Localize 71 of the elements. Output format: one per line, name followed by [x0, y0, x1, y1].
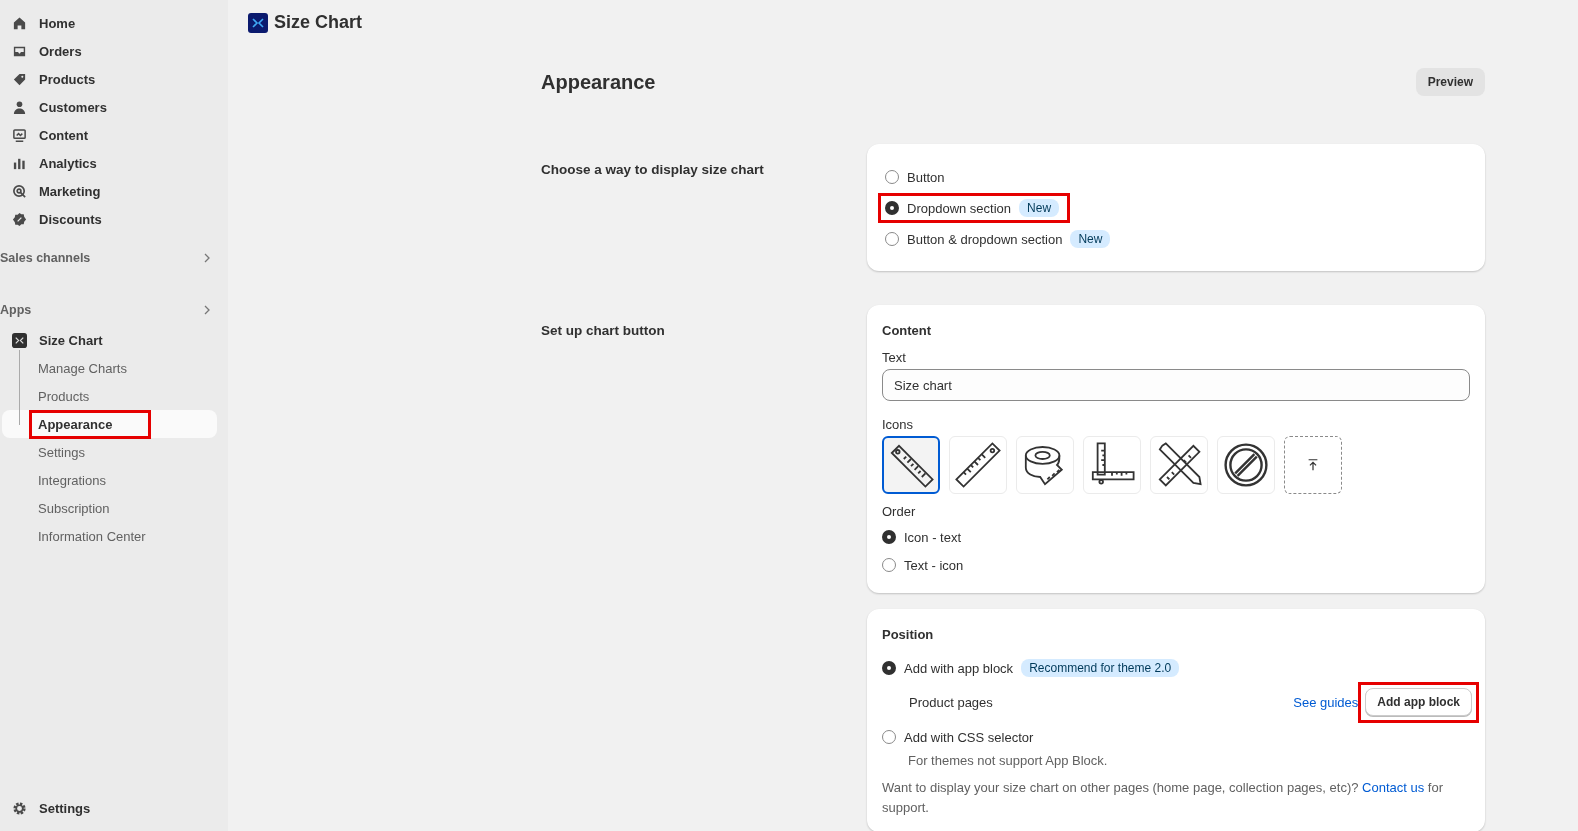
radio-option[interactable]: Add with app block Recommend for theme 2.0: [882, 654, 1180, 682]
app-logo-icon: [12, 332, 27, 348]
nav-item[interactable]: Customers: [0, 93, 228, 121]
sub-nav-label: Settings: [37, 443, 86, 462]
radio-button[interactable]: [885, 201, 899, 215]
sub-nav-item[interactable]: Products: [0, 382, 217, 410]
card-title: Position: [882, 627, 935, 642]
product-pages-label: Product pages: [909, 695, 994, 710]
contact-us-link[interactable]: Contact us: [1362, 780, 1425, 795]
text-input-field[interactable]: Size chart: [882, 369, 1470, 401]
new-badge: New: [1019, 199, 1060, 217]
field-label: Order: [882, 504, 917, 519]
nav-item[interactable]: Products: [0, 65, 228, 93]
radio-button[interactable]: [882, 661, 896, 675]
new-badge: New: [1070, 230, 1111, 248]
badge-icon: [12, 211, 27, 227]
icon-option[interactable]: [882, 436, 940, 494]
home-icon: [12, 15, 27, 31]
support-note: Want to display your size chart on other pages (home page, collection pages, etc)? Contact us for support.: [882, 779, 1444, 817]
radio-option[interactable]: Add with CSS selector: [882, 723, 1034, 751]
page-title: Appearance: [541, 70, 656, 94]
upload-icon: [1306, 458, 1320, 472]
tag-icon: [12, 71, 27, 87]
section-label: Choose a way to display size chart: [541, 161, 765, 179]
ruler-icon: [954, 441, 1002, 489]
sales-channels-section[interactable]: Sales channels: [0, 246, 228, 270]
person-icon: [12, 99, 27, 115]
see-guides-link[interactable]: See guides: [1293, 695, 1359, 710]
nav-item[interactable]: Analytics: [0, 149, 228, 177]
settings-nav-item[interactable]: Settings: [0, 794, 228, 822]
add-app-block-button[interactable]: Add app block: [1365, 688, 1472, 716]
radio-option[interactable]: Button & dropdown section New: [878, 224, 1122, 254]
target-icon: [12, 183, 27, 199]
field-label: Icons: [882, 417, 915, 432]
radio-option[interactable]: Text - icon: [882, 551, 964, 579]
section-label: Set up chart button: [541, 322, 666, 340]
app-title: Size Chart: [274, 12, 363, 33]
monitor-icon: [12, 127, 27, 143]
nav-item[interactable]: Content: [0, 121, 228, 149]
sub-nav-label: Products: [37, 387, 91, 406]
sub-nav-item[interactable]: Integrations: [0, 466, 217, 494]
sub-nav-label: Manage Charts: [37, 359, 128, 378]
nav-item[interactable]: Marketing: [0, 177, 228, 205]
nav-item[interactable]: Discounts: [0, 205, 228, 233]
sub-nav-label: Subscription: [37, 499, 111, 518]
settings-icon: [12, 800, 27, 816]
card-title: Content: [882, 323, 933, 338]
chevron-right-icon: [202, 305, 212, 315]
apps-section[interactable]: Apps: [0, 298, 228, 322]
chevron-right-icon: [202, 253, 212, 263]
option-hint: For themes not support App Block.: [908, 753, 1109, 768]
radio-option[interactable]: Dropdown section New: [878, 193, 1071, 223]
app-nav-item[interactable]: Size Chart: [0, 326, 228, 354]
app-logo-icon: [248, 12, 268, 33]
prohibited-icon: [1222, 441, 1270, 489]
recommend-badge: Recommend for theme 2.0: [1021, 659, 1180, 677]
radio-option[interactable]: Icon - text: [882, 523, 962, 551]
sub-nav-item[interactable]: Subscription: [0, 494, 217, 522]
radio-option[interactable]: Button: [878, 162, 956, 192]
sub-nav-item[interactable]: Information Center: [0, 522, 217, 550]
sub-nav-item[interactable]: Manage Charts: [0, 354, 217, 382]
sub-nav-label: Appearance: [29, 409, 152, 439]
sub-nav-label: Integrations: [37, 471, 107, 490]
field-label: Text: [882, 350, 907, 365]
sub-nav-item[interactable]: Settings: [0, 438, 217, 466]
radio-button[interactable]: [882, 530, 896, 544]
nav-item[interactable]: Home: [0, 9, 228, 37]
sub-nav-label: Information Center: [37, 527, 147, 546]
sub-nav-item[interactable]: Appearance: [2, 410, 217, 438]
preview-button[interactable]: Preview: [1415, 68, 1485, 96]
nav-item[interactable]: Orders: [0, 37, 228, 65]
